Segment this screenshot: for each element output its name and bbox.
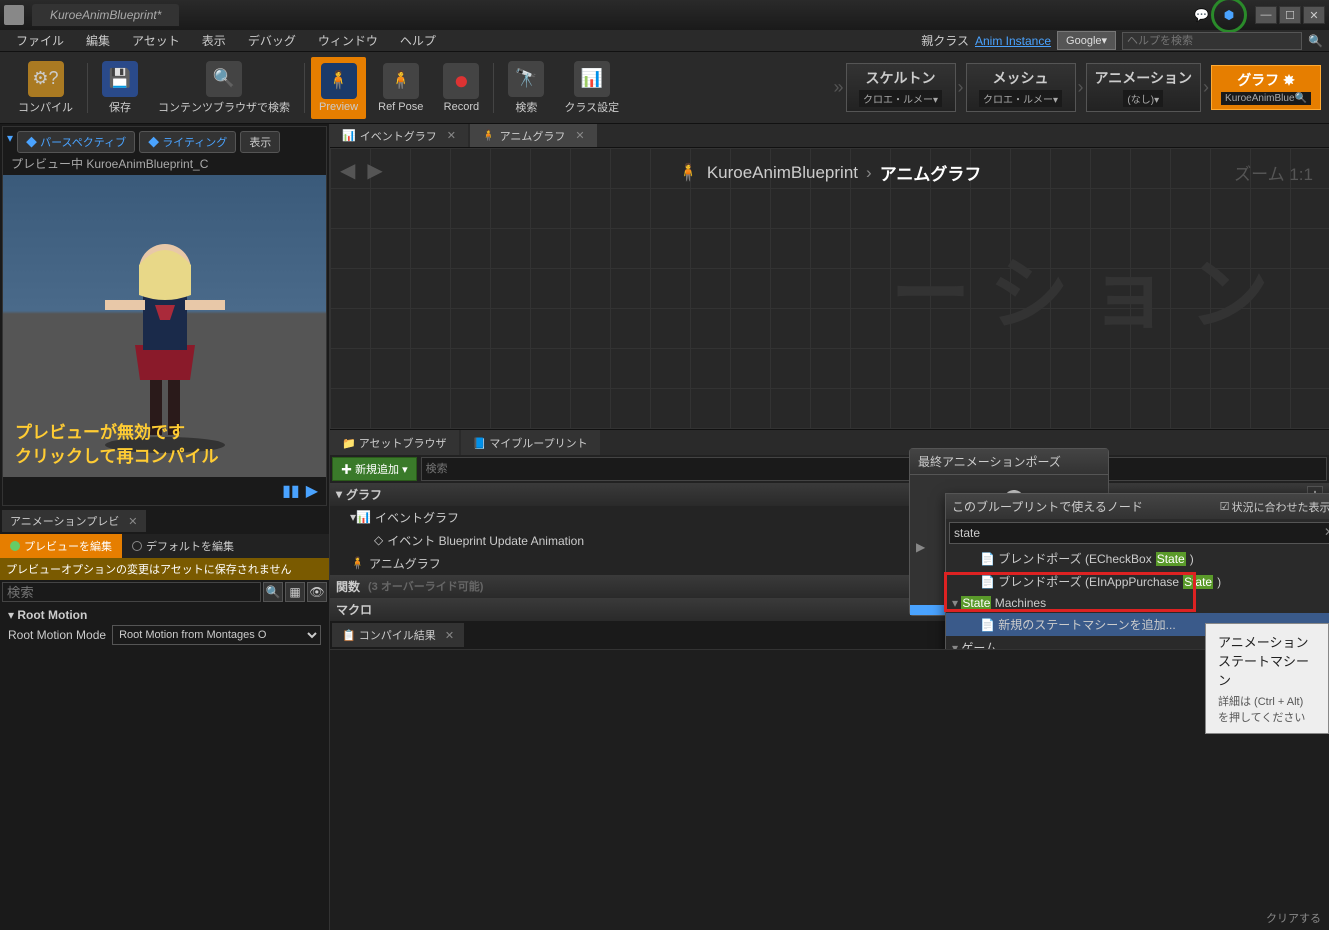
add-new-button[interactable]: ✚ 新規追加 ▾ [332,457,417,481]
preview-viewport[interactable]: ▾ ◆ パースペクティブ ◆ ライティング 表示 プレビュー中 KuroeAni… [2,126,327,506]
blueprint-search-input[interactable] [421,457,1327,481]
menu-asset[interactable]: アセット [122,29,190,52]
preview-invalid-warning[interactable]: プレビューが無効ですクリックして再コンパイル [15,421,219,469]
tab-event-graph[interactable]: 📊 イベントグラフ✕ [330,124,468,147]
bc-animation[interactable]: アニメーション(なし)▾ [1086,63,1201,112]
bc-mesh[interactable]: メッシュクロエ・ルメー▾ [966,63,1076,112]
menu-edit[interactable]: 編集 [76,29,120,52]
nav-forward-icon[interactable]: ▶ [367,158,382,183]
edit-preview-radio[interactable]: プレビューを編集 [0,534,122,558]
source-control-icon[interactable]: ⬢ [1211,0,1247,33]
play-icon[interactable]: ▶ [306,481,318,501]
menu-file[interactable]: ファイル [6,29,74,52]
ctx-menu-title: このブループリントで使えるノード [952,498,1143,515]
compile-button[interactable]: ⚙?コンパイル [10,57,81,119]
person-icon: 🧍 [678,163,699,183]
minimize-button[interactable]: — [1255,6,1277,24]
refpose-button[interactable]: 🧍Ref Pose [370,57,431,119]
menu-view[interactable]: 表示 [192,29,236,52]
bc-graph[interactable]: グラフ ✸KuroeAnimBlue🔍 [1211,65,1321,110]
preview-status: プレビュー中 KuroeAnimBlueprint_C [11,155,208,172]
titlebar: KuroeAnimBlueprint* 💬 ⬢ — ☐ ✕ [0,0,1329,30]
menu-help[interactable]: ヘルプ [390,29,446,52]
tooltip: アニメーションステートマシーン 詳細は (Ctrl + Alt) を押してくださ… [1205,623,1329,734]
menu-window[interactable]: ウィンドウ [308,29,388,52]
preview-save-warning: プレビューオプションの変更はアセットに保存されません [0,558,329,580]
help-search-input[interactable] [1122,32,1302,50]
visibility-icon[interactable]: 👁 [307,582,327,602]
search-button[interactable]: 🔭検索 [500,57,552,119]
ctx-search-input[interactable] [949,522,1329,544]
search-icon[interactable]: 🔍 [1308,34,1323,48]
root-motion-header[interactable]: ▾ Root Motion [8,608,321,622]
maximize-button[interactable]: ☐ [1279,6,1301,24]
edit-defaults-radio[interactable]: デフォルトを編集 [122,534,244,558]
mode-breadcrumb: » スケルトンクロエ・ルメー▾ › メッシュクロエ・ルメー▾ › アニメーション… [832,63,1321,112]
close-button[interactable]: ✕ [1303,6,1325,24]
highlight-annotation [944,572,1196,612]
save-button[interactable]: 💾保存 [94,57,146,119]
chat-icon[interactable]: 💬 [1194,8,1209,22]
zoom-label: ズーム 1:1 [1234,160,1313,185]
menubar: ファイル 編集 アセット 表示 デバッグ ウィンドウ ヘルプ 親クラス Anim… [0,30,1329,52]
tab-asset-browser[interactable]: 📁 アセットブラウザ [330,430,459,455]
document-tab[interactable]: KuroeAnimBlueprint* [32,4,179,26]
clear-search-icon[interactable]: ✕ [1324,525,1329,539]
graph-canvas[interactable]: ◀ ▶ 🧍 KuroeAnimBlueprint › アニムグラフ ズーム 1:… [330,148,1329,429]
tab-compile-results[interactable]: 📋 コンパイル結果 ✕ [332,623,464,647]
viewport-show-dropdown[interactable]: 表示 [240,131,280,153]
preview-button[interactable]: 🧍Preview [311,57,366,119]
root-motion-mode-label: Root Motion Mode [8,628,106,642]
record-button[interactable]: ●Record [435,57,487,119]
input-pin-icon[interactable]: ▶ [916,540,925,554]
graph-breadcrumb[interactable]: 🧍 KuroeAnimBlueprint › アニムグラフ [678,160,982,185]
menu-debug[interactable]: デバッグ [238,29,306,52]
viewport-perspective-dropdown[interactable]: ◆ パースペクティブ [17,131,135,153]
search-engine-dropdown[interactable]: Google▾ [1057,31,1116,50]
tab-anim-graph[interactable]: 🧍 アニムグラフ✕ [470,124,597,147]
ctx-menu-item[interactable]: 📄 ブレンドポーズ (ECheckBoxState) [946,547,1329,570]
parent-class-label: 親クラス [921,32,969,49]
grid-view-icon[interactable]: ▦ [285,582,305,602]
property-search-input[interactable] [2,582,261,602]
context-sensitive-checkbox[interactable]: ☑ 状況に合わせた表示 ▸ [1220,499,1329,515]
pause-icon[interactable]: ▮▮ [282,481,300,501]
clear-results-button[interactable]: クリアする [1266,910,1321,926]
class-settings-button[interactable]: 📊クラス設定 [556,57,627,119]
viewport-lighting-dropdown[interactable]: ◆ ライティング [139,131,236,153]
parent-class-link[interactable]: Anim Instance [975,34,1051,48]
unreal-logo-icon [4,5,24,25]
character-preview [75,215,255,455]
tab-my-blueprint[interactable]: 📘 マイブループリント [461,430,600,455]
find-in-browser-button[interactable]: 🔍コンテンツブラウザで検索 [150,57,298,119]
final-pose-header: 最終アニメーションポーズ [910,449,1108,475]
toolbar: ⚙?コンパイル 💾保存 🔍コンテンツブラウザで検索 🧍Preview 🧍Ref … [0,52,1329,124]
bc-skeleton[interactable]: スケルトンクロエ・ルメー▾ [846,63,956,112]
nav-back-icon[interactable]: ◀ [340,158,355,183]
graph-watermark: ーション [891,230,1289,346]
anim-preview-tab[interactable]: アニメーションプレビ ✕ [2,510,146,532]
compile-results-panel: クリアする [330,649,1329,930]
search-icon[interactable]: 🔍 [263,582,283,602]
root-motion-mode-select[interactable]: Root Motion from Montages O [112,625,321,645]
